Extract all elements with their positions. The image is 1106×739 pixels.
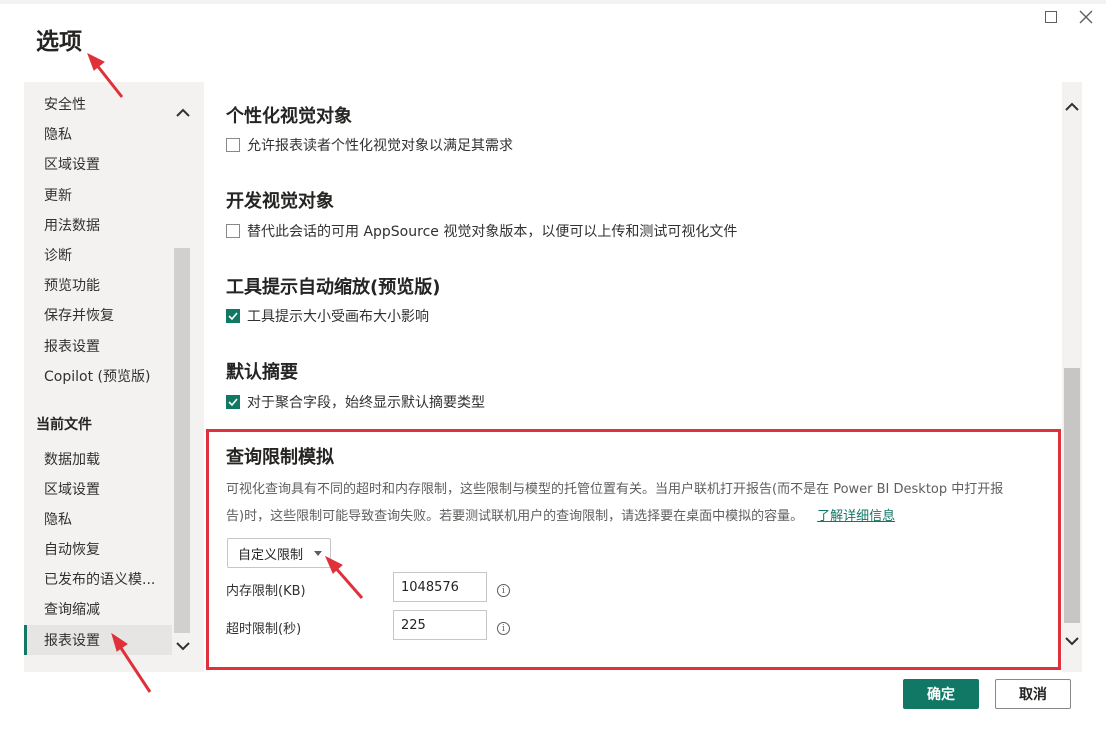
section-title-develop-visuals: 开发视觉对象 — [226, 191, 334, 212]
info-icon[interactable]: i — [497, 584, 510, 597]
chevron-up-icon[interactable] — [1064, 98, 1080, 114]
sidebar-item-preview-features[interactable]: 预览功能 — [24, 270, 172, 300]
query-limit-description: 可视化查询具有不同的超时和内存限制，这些限制与模型的托管位置有关。当用户联机打开… — [226, 476, 1046, 530]
maximize-icon[interactable] — [1040, 6, 1062, 28]
sidebar-item-data-load[interactable]: 数据加载 — [24, 444, 172, 474]
sidebar-item-report-settings[interactable]: 报表设置 — [24, 331, 172, 361]
timeout-limit-input[interactable]: 225 — [393, 610, 487, 640]
sidebar-heading-current-file: 当前文件 — [36, 417, 92, 433]
sidebar-scroll-thumb[interactable] — [174, 248, 190, 633]
chevron-down-icon[interactable] — [175, 638, 191, 654]
memory-limit-label: 内存限制(KB) — [226, 584, 306, 599]
sidebar-item-regional-settings[interactable]: 区域设置 — [24, 149, 172, 179]
option-label: 替代此会话的可用 AppSource 视觉对象版本，以便可以上传和测试可视化文件 — [247, 224, 738, 240]
sidebar-item-file-regional-settings[interactable]: 区域设置 — [24, 474, 172, 504]
dialog-title: 选项 — [36, 29, 82, 55]
sidebar-item-auto-recovery[interactable]: 自动恢复 — [24, 534, 172, 564]
sidebar-item-file-privacy[interactable]: 隐私 — [24, 504, 172, 534]
sidebar-item-file-report-settings[interactable]: 报表设置 — [24, 625, 172, 655]
sidebar-item-save-recover[interactable]: 保存并恢复 — [24, 300, 172, 330]
chevron-down-icon[interactable] — [1064, 633, 1080, 649]
option-tooltip-autoscale[interactable]: 工具提示大小受画布大小影响 — [226, 306, 429, 326]
sidebar-item-usage-data[interactable]: 用法数据 — [24, 210, 172, 240]
top-strip — [0, 0, 1106, 4]
sidebar-item-privacy[interactable]: 隐私 — [24, 119, 172, 149]
option-label: 工具提示大小受画布大小影响 — [247, 309, 429, 325]
cancel-button[interactable]: 取消 — [995, 679, 1071, 709]
option-personalize-visuals[interactable]: 允许报表读者个性化视觉对象以满足其需求 — [226, 135, 513, 155]
section-title-query-limit: 查询限制模拟 — [226, 447, 334, 468]
chevron-down-icon — [314, 551, 322, 556]
section-title-tooltip-autoscale: 工具提示自动缩放(预览版) — [226, 277, 441, 298]
timeout-limit-label: 超时限制(秒) — [226, 622, 302, 637]
ok-button[interactable]: 确定 — [903, 679, 979, 709]
dropdown-value: 自定义限制 — [238, 547, 304, 563]
content-scroll-thumb[interactable] — [1064, 368, 1080, 623]
checkbox-develop-visuals[interactable] — [226, 224, 240, 238]
option-label: 对于聚合字段，始终显示默认摘要类型 — [247, 395, 485, 411]
checkbox-default-summarization[interactable] — [226, 395, 240, 409]
sidebar-scrollbar[interactable] — [172, 82, 194, 672]
sidebar-item-copilot[interactable]: Copilot (预览版) — [24, 361, 172, 391]
sidebar-item-published-semantic-model[interactable]: 已发布的语义模... — [24, 564, 172, 594]
settings-panel: 个性化视觉对象 允许报表读者个性化视觉对象以满足其需求 开发视觉对象 替代此会话… — [204, 82, 1082, 672]
checkbox-tooltip-autoscale[interactable] — [226, 309, 240, 323]
content-scrollbar[interactable] — [1062, 82, 1082, 672]
description-line-1: 可视化查询具有不同的超时和内存限制，这些限制与模型的托管位置有关。当用户联机打开… — [226, 482, 1004, 497]
highlight-annotation-box — [206, 429, 1061, 670]
sidebar-item-updates[interactable]: 更新 — [24, 180, 172, 210]
section-title-default-summarization: 默认摘要 — [226, 362, 298, 383]
sidebar: 安全性 隐私 区域设置 更新 用法数据 诊断 预览功能 保存并恢复 报表设置 C… — [24, 82, 204, 672]
description-line-2: 告)时，这些限制可能导致查询失败。若要测试联机用户的查询限制，请选择要在桌面中模… — [226, 509, 804, 524]
chevron-up-icon[interactable] — [175, 104, 191, 120]
learn-more-link[interactable]: 了解详细信息 — [817, 509, 895, 524]
sidebar-item-diagnostics[interactable]: 诊断 — [24, 240, 172, 270]
option-label: 允许报表读者个性化视觉对象以满足其需求 — [247, 138, 513, 154]
sidebar-item-query-reduction[interactable]: 查询缩减 — [24, 594, 172, 624]
sidebar-item-security[interactable]: 安全性 — [24, 89, 172, 119]
option-develop-visuals[interactable]: 替代此会话的可用 AppSource 视觉对象版本，以便可以上传和测试可视化文件 — [226, 221, 737, 241]
option-default-summarization[interactable]: 对于聚合字段，始终显示默认摘要类型 — [226, 392, 485, 412]
checkbox-personalize-visuals[interactable] — [226, 138, 240, 152]
memory-limit-input[interactable]: 1048576 — [393, 572, 487, 602]
capacity-dropdown[interactable]: 自定义限制 — [227, 538, 331, 568]
close-icon[interactable] — [1075, 6, 1097, 28]
description-line-2-row: 告)时，这些限制可能导致查询失败。若要测试联机用户的查询限制，请选择要在桌面中模… — [226, 503, 1046, 530]
info-icon[interactable]: i — [497, 622, 510, 635]
section-title-personalize-visuals: 个性化视觉对象 — [226, 106, 352, 127]
